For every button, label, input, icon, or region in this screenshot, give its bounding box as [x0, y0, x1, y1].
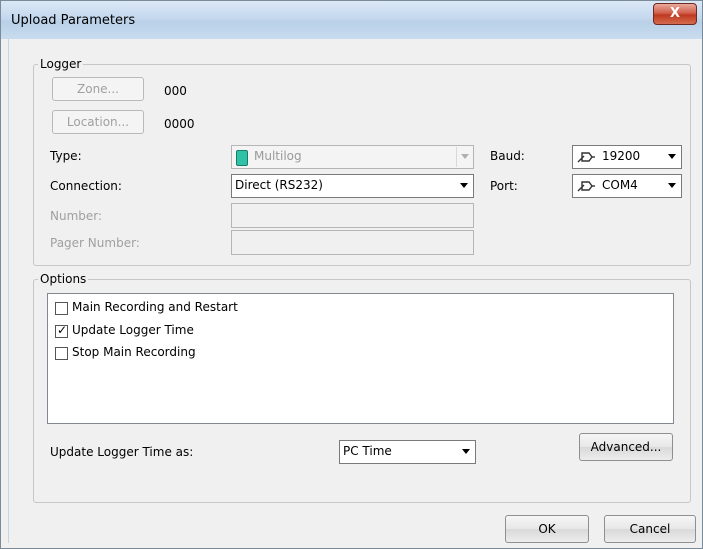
multilog-device-icon	[236, 150, 248, 166]
location-value: 0000	[164, 117, 195, 131]
advanced-button[interactable]: Advanced...	[579, 433, 673, 461]
checkbox[interactable]	[55, 347, 68, 360]
dialog-body: Logger Zone... 000 Location... 0000 Type…	[8, 39, 696, 543]
options-legend: Options	[38, 272, 89, 286]
upload-parameters-dialog: Upload Parameters X Logger Zone... 000 L…	[0, 0, 703, 549]
update-time-dropdown[interactable]: PC Time	[339, 440, 476, 464]
close-icon: X	[669, 6, 681, 21]
port-dropdown[interactable]: COM4	[572, 174, 682, 198]
type-dropdown[interactable]: Multilog	[231, 145, 474, 169]
port-label: Port:	[490, 179, 518, 193]
pager-number-label: Pager Number:	[50, 236, 140, 250]
title-bar[interactable]: Upload Parameters X	[1, 1, 702, 39]
chevron-down-icon[interactable]	[456, 147, 472, 167]
checkbox[interactable]: ✓	[55, 323, 68, 338]
logger-legend: Logger	[38, 57, 84, 71]
connection-dropdown[interactable]: Direct (RS232)	[231, 174, 474, 198]
chevron-down-icon[interactable]	[664, 176, 680, 196]
checkmark-icon: ✓	[57, 323, 68, 337]
dialog-title: Upload Parameters	[11, 13, 136, 28]
close-button[interactable]: X	[653, 3, 697, 25]
chevron-down-icon[interactable]	[458, 442, 474, 462]
baud-label: Baud:	[490, 149, 525, 163]
ok-button[interactable]: OK	[505, 515, 589, 543]
location-button[interactable]: Location...	[52, 110, 144, 134]
cancel-button[interactable]: Cancel	[604, 515, 696, 543]
options-list[interactable]: Main Recording and Restart ✓ Update Logg…	[47, 293, 674, 424]
update-time-label: Update Logger Time as:	[50, 445, 194, 459]
number-label: Number:	[50, 209, 103, 223]
connection-label: Connection:	[50, 179, 122, 193]
serial-cable-icon	[576, 149, 596, 168]
zone-button[interactable]: Zone...	[52, 77, 144, 101]
number-field[interactable]	[231, 203, 474, 228]
baud-dropdown[interactable]: 19200	[572, 145, 682, 169]
serial-cable-icon	[576, 178, 596, 197]
chevron-down-icon[interactable]	[456, 176, 472, 196]
checkbox[interactable]	[55, 302, 68, 315]
type-label: Type:	[50, 149, 82, 163]
pager-number-field[interactable]	[231, 230, 474, 255]
chevron-down-icon[interactable]	[664, 147, 680, 167]
zone-value: 000	[164, 84, 187, 98]
